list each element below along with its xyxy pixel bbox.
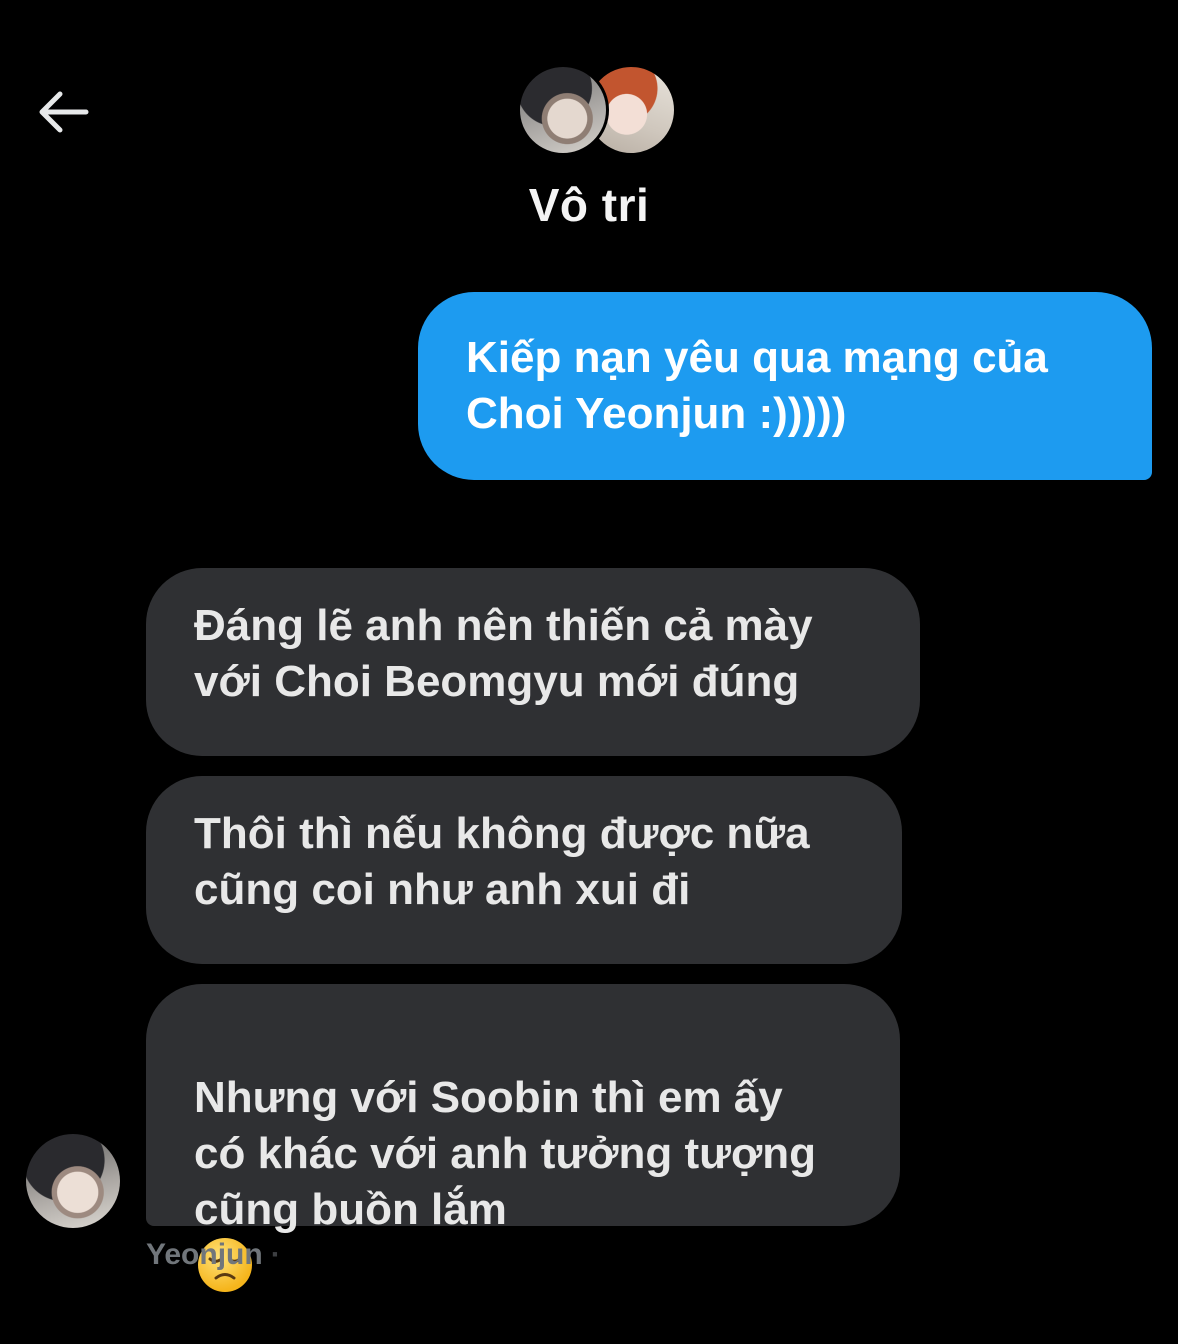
member-avatar (517, 64, 609, 156)
message-text: Nhưng với Soobin thì em ấy có khác với a… (194, 1073, 817, 1234)
sender-avatar[interactable] (26, 1134, 120, 1228)
meta-separator: · (270, 1238, 281, 1271)
received-message-bubble[interactable]: Thôi thì nếu không được nữa cũng coi như… (146, 776, 902, 964)
message-sender-meta: Yeonjun · (146, 1238, 281, 1272)
conversation-title: Vô tri (528, 179, 650, 231)
received-message-bubble[interactable]: Đáng lẽ anh nên thiến cả mày với Choi Be… (146, 568, 920, 756)
conversation-header[interactable]: Vô tri (0, 60, 1178, 232)
sent-message-bubble[interactable]: Kiếp nạn yêu qua mạng của Choi Yeonjun :… (418, 292, 1152, 480)
received-message-bubble[interactable]: Nhưng với Soobin thì em ấy có khác với a… (146, 984, 900, 1292)
group-avatar-stack[interactable] (509, 60, 677, 160)
sender-name: Yeonjun (146, 1238, 263, 1271)
